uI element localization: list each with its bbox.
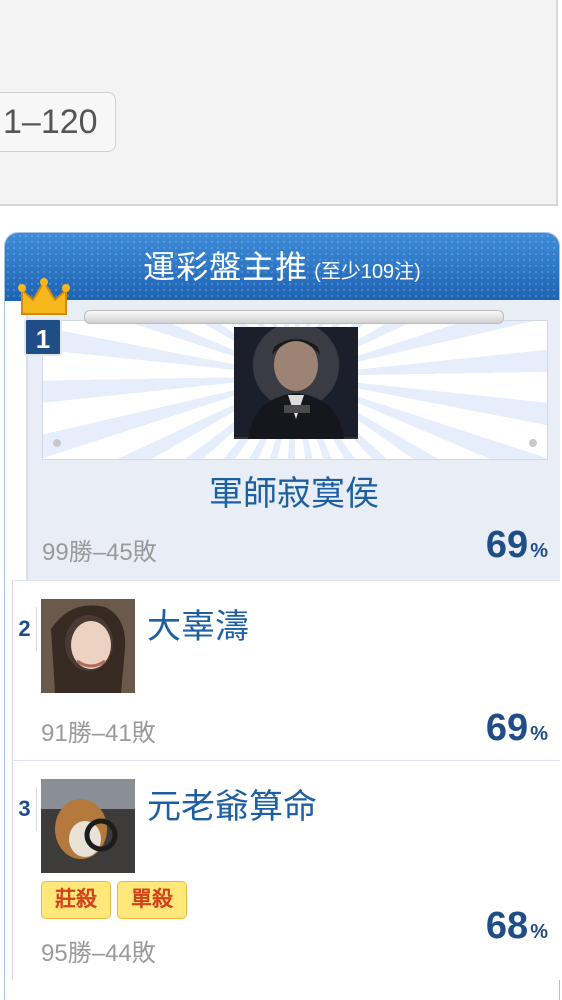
rank-number: 3	[13, 787, 37, 831]
rivet	[53, 439, 61, 447]
list-item[interactable]: 2 大辜濤 91勝–41敗 69%	[12, 580, 560, 760]
rank-number: 2	[13, 607, 37, 651]
ranking-subtitle: (至少109注)	[314, 261, 421, 283]
win-loss-record: 91勝–41敗	[41, 720, 156, 747]
win-percentage: 69%	[485, 707, 548, 749]
tag-badge: 莊殺	[41, 881, 111, 919]
win-percentage: 68%	[485, 905, 548, 947]
crown-icon	[18, 278, 70, 318]
first-place-card[interactable]: 軍師寂寞侯 99勝–45敗 69%	[26, 300, 560, 580]
tag-badge: 單殺	[117, 881, 187, 919]
list-item[interactable]: 3 元老爺算命 莊殺 單殺 95勝–44敗 68%	[12, 760, 560, 980]
win-percentage: 69%	[485, 524, 548, 566]
win-loss-record: 99勝–45敗	[42, 539, 157, 566]
user-name[interactable]: 大辜濤	[147, 599, 249, 648]
avatar[interactable]	[41, 779, 135, 873]
avatar[interactable]	[234, 327, 358, 439]
top-panel: 1–120	[0, 0, 558, 206]
page-range-button[interactable]: 1–120	[0, 92, 116, 152]
rank-badge: 1	[24, 318, 62, 356]
rivet	[529, 439, 537, 447]
ranking-header: 運彩盤主推 (至少109注)	[5, 233, 559, 301]
avatar[interactable]	[41, 599, 135, 693]
name-rail	[84, 310, 504, 324]
user-name[interactable]: 元老爺算命	[147, 779, 317, 828]
ranking-title: 運彩盤主推	[143, 249, 309, 285]
win-loss-record: 95勝–44敗	[41, 940, 156, 967]
first-place-name[interactable]: 軍師寂寞侯	[28, 466, 560, 515]
